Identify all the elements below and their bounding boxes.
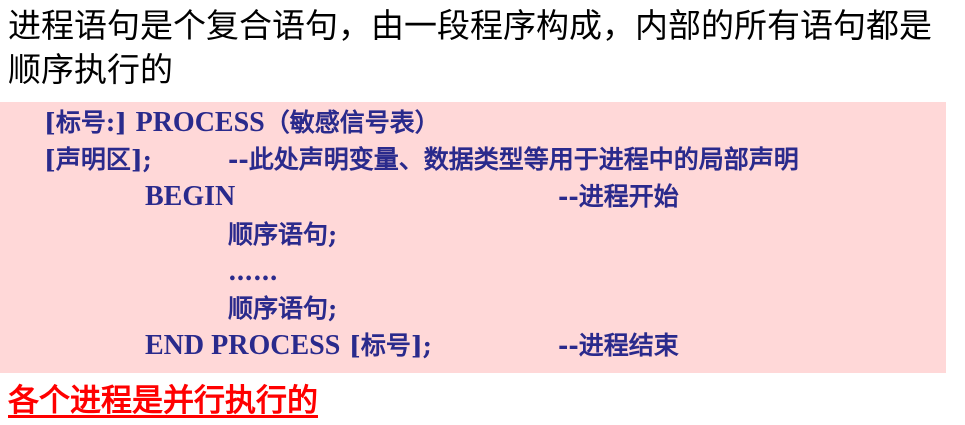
code-line-process-header: [标号:] PROCESS（敏感信号表） [44,106,440,140]
intro-paragraph: 进程语句是个复合语句，由一段程序构成，内部的所有语句都是顺序执行的 [8,6,932,89]
code-line-ellipsis: …… [228,255,278,289]
process-syntax-box: [标号:] PROCESS（敏感信号表） [声明区]; --此处声明变量、数据类… [0,102,946,373]
process-keyword: PROCESS [135,107,265,138]
ellipsis: …… [228,257,278,286]
code-line-declaration: [声明区]; [44,143,152,177]
code-comment-end: --进程结束 [558,329,679,363]
code-comment-declaration: --此处声明变量、数据类型等用于进程中的局部声明 [228,143,799,177]
declaration-comment: --此处声明变量、数据类型等用于进程中的局部声明 [228,145,799,174]
parallel-note: 各个进程是并行执行的 [8,383,318,419]
end-label: [标号]; [348,331,432,360]
slide: 进程语句是个复合语句，由一段程序构成，内部的所有语句都是顺序执行的 [标号:] … [0,0,965,425]
end-comment: --进程结束 [558,331,679,360]
sensitivity-list: （敏感信号表） [264,108,440,137]
sequential-statement: 顺序语句; [228,220,338,249]
code-line-sequential-2: 顺序语句; [228,292,337,326]
code-line-sequential-1: 顺序语句; [228,218,337,252]
end-process-keyword: END PROCESS [145,330,341,361]
code-comment-begin: --进程开始 [558,180,679,214]
declaration-region: [声明区]; [44,145,152,174]
label-optional: [标号:] [44,108,127,137]
code-line-begin: BEGIN [145,180,235,214]
code-line-end-process: END PROCESS [标号]; [145,329,432,363]
sequential-statement: 顺序语句; [228,294,338,323]
begin-comment: --进程开始 [558,182,679,211]
begin-keyword: BEGIN [145,181,236,212]
